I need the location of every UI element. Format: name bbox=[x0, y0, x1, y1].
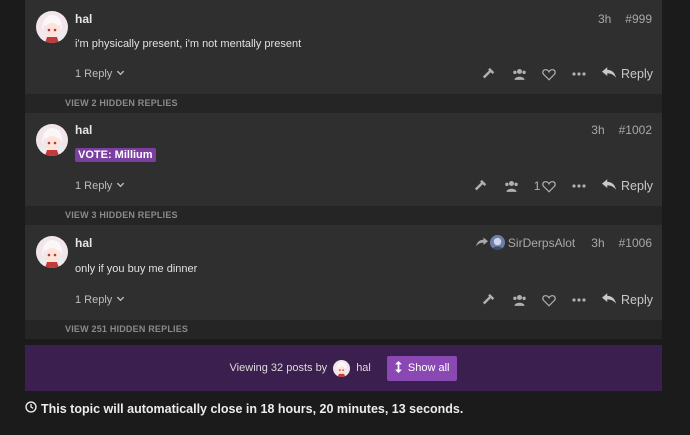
reply-button[interactable]: Reply bbox=[602, 67, 653, 81]
clock-icon bbox=[25, 401, 37, 416]
post-actions: Reply bbox=[474, 64, 653, 84]
reply-label: Reply bbox=[621, 293, 653, 307]
post-body: i'm physically present, i'm not mentally… bbox=[75, 38, 302, 50]
post-number[interactable]: #999 bbox=[625, 12, 652, 26]
users-icon[interactable] bbox=[504, 290, 534, 310]
view-hidden-replies-button[interactable]: VIEW 2 HIDDEN REPLIES bbox=[25, 94, 662, 113]
vote-highlight: VOTE: Millium bbox=[75, 148, 156, 162]
heart-icon[interactable] bbox=[534, 290, 564, 310]
reply-icon bbox=[602, 293, 617, 307]
replies-toggle-button[interactable]: 1 Reply bbox=[75, 294, 125, 306]
view-hidden-replies-button[interactable]: VIEW 3 HIDDEN REPLIES bbox=[25, 206, 662, 225]
reply-button[interactable]: Reply bbox=[602, 179, 653, 193]
post: hal 3h #999 i'm physically present, i'm … bbox=[25, 0, 662, 94]
show-all-button[interactable]: Show all bbox=[386, 355, 458, 381]
topic-close-notice: This topic will automatically close in 1… bbox=[25, 401, 463, 416]
replies-toggle-button[interactable]: 1 Reply bbox=[75, 180, 125, 192]
reply-label: Reply bbox=[621, 67, 653, 81]
reply-to-link[interactable]: SirDerpsAlot bbox=[475, 235, 576, 250]
post-actions: 1 Reply bbox=[466, 176, 653, 196]
topic-close-text: This topic will automatically close in 1… bbox=[41, 401, 464, 416]
ellipsis-icon[interactable] bbox=[564, 290, 594, 310]
replies-toggle-label: 1 Reply bbox=[75, 294, 113, 306]
view-hidden-replies-button[interactable]: VIEW 251 HIDDEN REPLIES bbox=[25, 320, 662, 339]
chevron-down-icon bbox=[116, 294, 125, 306]
reply-icon bbox=[602, 179, 617, 193]
chevron-down-icon bbox=[116, 180, 125, 192]
filtered-posts-bar: Viewing 32 posts by hal Show all bbox=[25, 345, 662, 391]
avatar[interactable] bbox=[36, 236, 68, 268]
post-actions: Reply bbox=[474, 290, 653, 310]
replies-toggle-label: 1 Reply bbox=[75, 180, 113, 192]
post-username[interactable]: hal bbox=[75, 236, 92, 250]
viewing-posts-label: Viewing 32 posts by bbox=[229, 362, 328, 374]
reply-icon bbox=[602, 67, 617, 81]
post-meta: 3h #999 bbox=[598, 12, 652, 26]
avatar[interactable] bbox=[333, 359, 351, 377]
avatar[interactable] bbox=[36, 11, 68, 43]
hammer-icon[interactable] bbox=[466, 176, 496, 196]
hammer-icon[interactable] bbox=[474, 290, 504, 310]
post-age[interactable]: 3h bbox=[598, 12, 611, 26]
expand-vertical-icon bbox=[394, 360, 402, 376]
post-body: only if you buy me dinner bbox=[75, 263, 198, 275]
share-arrow-icon bbox=[475, 236, 488, 250]
post: hal 3h #1002 VOTE: Millium 1 Reply 1 Rep… bbox=[25, 113, 662, 206]
chevron-down-icon bbox=[116, 68, 125, 80]
avatar[interactable] bbox=[36, 124, 68, 156]
post-username[interactable]: hal bbox=[75, 12, 92, 26]
post-age[interactable]: 3h bbox=[591, 123, 604, 137]
users-icon[interactable] bbox=[496, 176, 526, 196]
like-button[interactable]: 1 bbox=[526, 176, 564, 196]
topic-page: hal 3h #999 i'm physically present, i'm … bbox=[0, 0, 690, 435]
reply-to-username: SirDerpsAlot bbox=[507, 235, 576, 250]
replies-toggle-label: 1 Reply bbox=[75, 68, 113, 80]
post-age[interactable]: 3h bbox=[591, 236, 604, 250]
post-meta: SirDerpsAlot 3h #1006 bbox=[475, 235, 652, 250]
post: hal SirDerpsAlot 3h #1006 only if you bu… bbox=[25, 225, 662, 320]
ellipsis-icon[interactable] bbox=[564, 176, 594, 196]
users-icon[interactable] bbox=[504, 64, 534, 84]
like-count: 1 bbox=[533, 179, 541, 193]
show-all-label: Show all bbox=[407, 362, 450, 374]
ellipsis-icon[interactable] bbox=[564, 64, 594, 84]
reply-button[interactable]: Reply bbox=[602, 293, 653, 307]
post-number[interactable]: #1006 bbox=[619, 236, 652, 250]
filter-username[interactable]: hal bbox=[356, 362, 371, 374]
post-number[interactable]: #1002 bbox=[619, 123, 652, 137]
post-username[interactable]: hal bbox=[75, 123, 92, 137]
post-meta: 3h #1002 bbox=[591, 123, 652, 137]
reply-label: Reply bbox=[621, 179, 653, 193]
post-body: VOTE: Millium bbox=[75, 148, 156, 162]
hammer-icon[interactable] bbox=[474, 64, 504, 84]
avatar bbox=[489, 235, 505, 250]
heart-icon bbox=[542, 180, 557, 193]
replies-toggle-button[interactable]: 1 Reply bbox=[75, 68, 125, 80]
heart-icon[interactable] bbox=[534, 64, 564, 84]
